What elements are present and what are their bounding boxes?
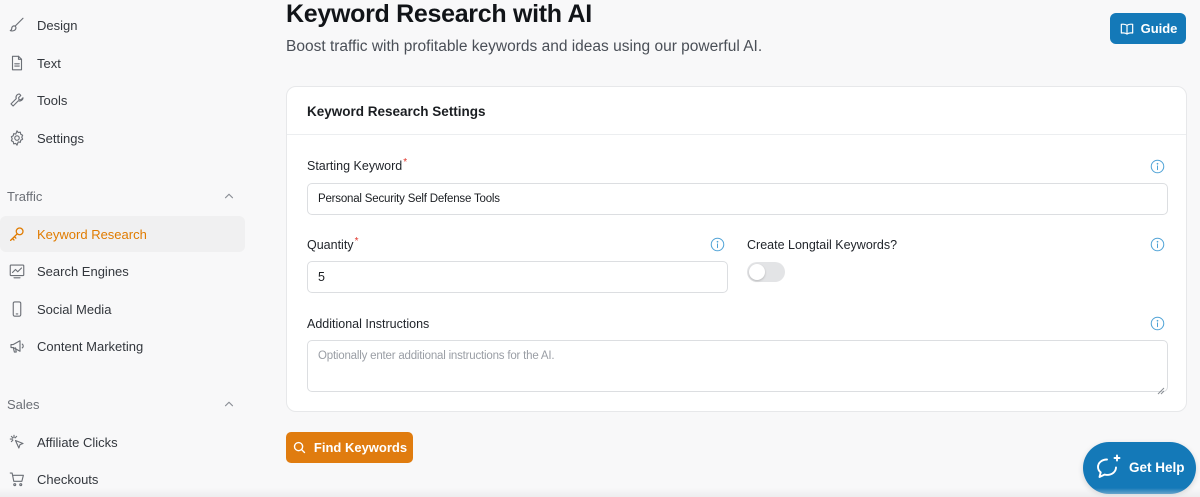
search-icon: [292, 440, 307, 455]
section-label: Sales: [7, 396, 40, 412]
card-title: Keyword Research Settings: [307, 104, 486, 119]
sidebar-item-content-marketing[interactable]: Content Marketing: [0, 328, 245, 364]
sidebar-item-checkouts[interactable]: Checkouts: [0, 461, 245, 497]
document-icon: [7, 53, 27, 73]
sidebar-item-text[interactable]: Text: [0, 45, 245, 81]
starting-keyword-label: Starting Keyword*: [307, 157, 408, 173]
phone-icon: [7, 299, 27, 319]
gear-icon: [7, 128, 27, 148]
required-mark: *: [354, 236, 359, 247]
get-help-button[interactable]: Get Help: [1083, 442, 1196, 494]
sidebar-item-search-engines[interactable]: Search Engines: [0, 253, 245, 289]
sidebar-item-label: Tools: [37, 92, 68, 108]
page-subtitle: Boost traffic with profitable keywords a…: [286, 38, 763, 55]
click-icon: [7, 432, 27, 452]
settings-card: Keyword Research Settings Starting Keywo…: [286, 86, 1187, 412]
brush-icon: [7, 15, 27, 35]
page-title: Keyword Research with AI: [286, 0, 592, 28]
section-label: Traffic: [7, 188, 43, 204]
required-mark: *: [403, 157, 408, 168]
find-keywords-label: Find Keywords: [313, 440, 408, 455]
sidebar-item-tools[interactable]: Tools: [0, 82, 245, 118]
sidebar-item-label: Social Media: [37, 301, 112, 317]
longtail-toggle[interactable]: [747, 262, 785, 282]
sidebar-item-label: Settings: [37, 130, 84, 146]
starting-keyword-input[interactable]: [307, 183, 1168, 215]
chat-bubble-icon: [1094, 453, 1124, 481]
sidebar-item-label: Affiliate Clicks: [37, 434, 118, 450]
info-icon[interactable]: [1150, 316, 1165, 331]
chart-icon: [7, 261, 27, 281]
sidebar-item-label: Checkouts: [37, 471, 99, 487]
get-help-label: Get Help: [1129, 460, 1185, 475]
sidebar-item-settings[interactable]: Settings: [0, 120, 245, 156]
resize-handle-icon[interactable]: [1157, 382, 1165, 395]
info-icon[interactable]: [710, 237, 725, 252]
toggle-knob: [749, 264, 765, 280]
sidebar-item-label: Design: [37, 17, 78, 33]
cart-icon: [7, 469, 27, 489]
instructions-textarea[interactable]: [307, 340, 1168, 392]
info-icon[interactable]: [1150, 159, 1165, 174]
quantity-label-text: Quantity: [307, 238, 354, 252]
find-keywords-button[interactable]: Find Keywords: [286, 432, 413, 463]
card-header: Keyword Research Settings: [287, 87, 1186, 135]
section-header-sales[interactable]: Sales: [0, 392, 245, 416]
chevron-up-icon: [222, 189, 236, 203]
instructions-label: Additional Instructions: [307, 317, 430, 331]
wrench-icon: [7, 90, 27, 110]
book-icon: [1119, 21, 1135, 37]
sidebar-item-affiliate-clicks[interactable]: Affiliate Clicks: [0, 424, 245, 460]
chevron-up-icon: [222, 397, 236, 411]
sidebar-item-label: Content Marketing: [37, 338, 144, 354]
starting-keyword-label-text: Starting Keyword: [307, 159, 403, 173]
guide-button[interactable]: Guide: [1110, 13, 1186, 44]
key-icon: [7, 224, 27, 244]
sidebar-item-label: Text: [37, 55, 61, 71]
sidebar-item-label: Search Engines: [37, 263, 129, 279]
longtail-label: Create Longtail Keywords?: [747, 238, 898, 252]
megaphone-icon: [7, 336, 27, 356]
quantity-label: Quantity*: [307, 236, 359, 252]
sidebar-item-keyword-research[interactable]: Keyword Research: [0, 216, 245, 252]
sidebar: Design Text Tools Settings Traffic Keywo…: [0, 0, 252, 497]
quantity-input[interactable]: [307, 261, 728, 293]
sidebar-item-social-media[interactable]: Social Media: [0, 291, 245, 327]
sidebar-item-design[interactable]: Design: [0, 7, 245, 43]
guide-button-label: Guide: [1140, 21, 1178, 36]
section-header-traffic[interactable]: Traffic: [0, 184, 245, 208]
info-icon[interactable]: [1150, 237, 1165, 252]
sidebar-item-label: Keyword Research: [37, 226, 147, 242]
